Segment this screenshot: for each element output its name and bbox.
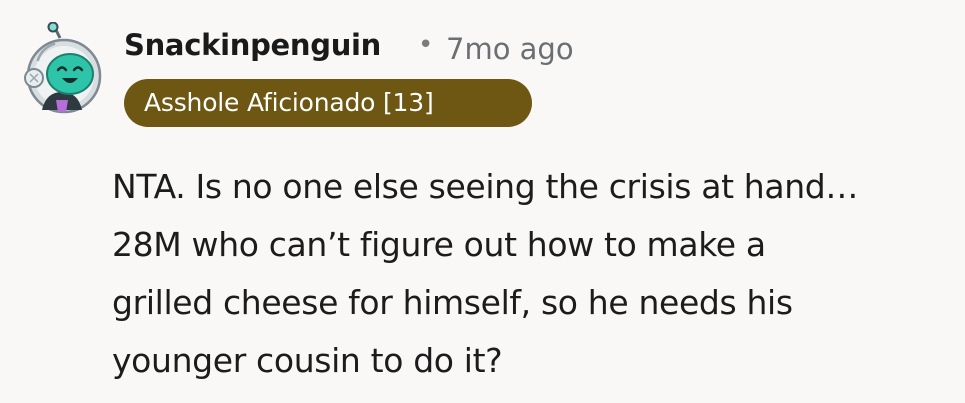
comment-body-line: grilled cheese for himself, so he needs … — [112, 283, 793, 322]
meta-separator-dot: • — [418, 30, 434, 60]
user-flair-badge: Asshole Aficionado [13] — [124, 79, 532, 127]
comment-timestamp[interactable]: 7mo ago — [446, 32, 574, 66]
comment-body: NTA. Is no one else seeing the crisis at… — [112, 158, 957, 390]
comment-body-line: 28M who can’t figure out how to make a — [112, 225, 766, 264]
user-avatar[interactable] — [16, 21, 108, 114]
snoo-astronaut-avatar-icon — [24, 21, 102, 114]
comment-body-line: younger cousin to do it? — [112, 341, 503, 380]
author-username[interactable]: Snackinpenguin — [124, 28, 381, 62]
comment: Snackinpenguin • 7mo ago Asshole Aficion… — [0, 0, 965, 403]
comment-body-line: NTA. Is no one else seeing the crisis at… — [112, 167, 859, 206]
